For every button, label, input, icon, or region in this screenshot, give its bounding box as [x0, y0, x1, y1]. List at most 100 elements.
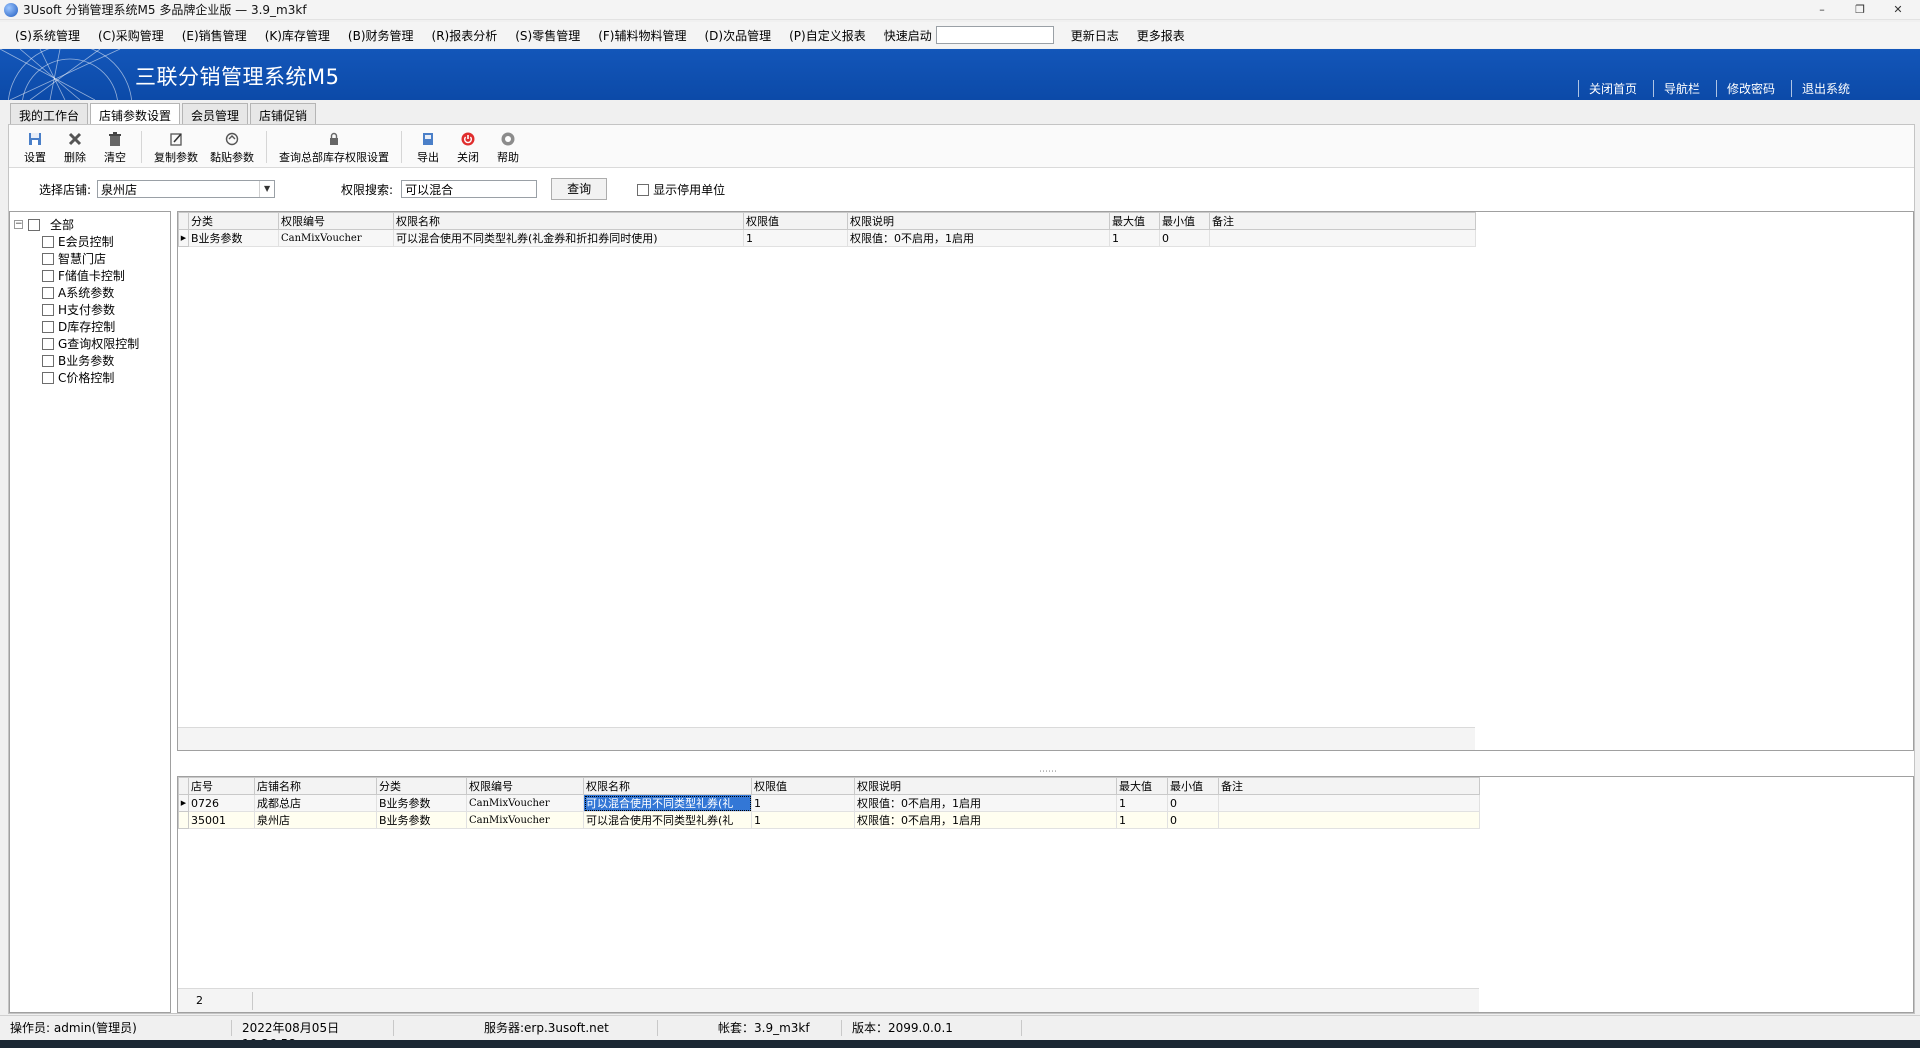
menu-custom-reports[interactable]: (P)自定义报表 [780, 27, 875, 44]
cell-permission-code[interactable]: CanMixVoucher [278, 229, 394, 247]
settings-button[interactable]: 设置 [21, 131, 49, 165]
close-button[interactable]: 关闭 [454, 131, 482, 165]
column-header[interactable]: 权限名称 [393, 212, 744, 230]
menu-reports[interactable]: (R)报表分析 [423, 27, 507, 44]
table-row[interactable]: ▶ B业务参数 CanMixVoucher 可以混合使用不同类型礼券(礼金券和折… [178, 229, 1476, 247]
clear-button[interactable]: 清空 [101, 131, 129, 165]
cell-permission-name-selected[interactable]: 可以混合使用不同类型礼券(礼 [583, 794, 752, 812]
table-row[interactable]: ▶ 0726 成都总店 B业务参数 CanMixVoucher 可以混合使用不同… [178, 794, 1480, 812]
cell-category[interactable]: B业务参数 [376, 811, 467, 829]
hq-stock-permission-button[interactable]: 查询总部库存权限设置 [279, 131, 389, 165]
column-header[interactable]: 权限说明 [847, 212, 1110, 230]
tree-root[interactable]: − 全部 [10, 216, 170, 233]
tree-item[interactable]: F储值卡控制 [10, 267, 170, 284]
column-header[interactable]: 最小值 [1159, 212, 1210, 230]
column-header[interactable]: 权限说明 [854, 777, 1117, 795]
show-disabled-checkbox[interactable] [637, 184, 650, 196]
tree-checkbox[interactable] [42, 252, 54, 265]
tab-store-params[interactable]: 店铺参数设置 [90, 103, 181, 126]
cell-min[interactable]: 0 [1167, 811, 1219, 829]
quick-launch-input[interactable] [935, 26, 1054, 44]
column-header[interactable]: 权限名称 [583, 777, 752, 795]
column-header[interactable]: 权限值 [743, 212, 848, 230]
table-row[interactable]: 35001 泉州店 B业务参数 CanMixVoucher 可以混合使用不同类型… [178, 811, 1480, 829]
cell-permission-desc[interactable]: 权限值：0不启用，1启用 [847, 229, 1110, 247]
column-header[interactable]: 备注 [1218, 777, 1480, 795]
tree-checkbox[interactable] [42, 235, 54, 248]
menu-retail[interactable]: (S)零售管理 [506, 27, 589, 44]
cell-max[interactable]: 1 [1116, 794, 1168, 812]
delete-button[interactable]: 删除 [61, 131, 89, 165]
permission-search-input[interactable] [401, 180, 538, 198]
cell-permission-value[interactable]: 1 [751, 794, 855, 812]
column-header[interactable]: 最大值 [1116, 777, 1168, 795]
restore-button[interactable]: ❐ [1848, 2, 1872, 18]
collapse-icon[interactable]: − [14, 220, 23, 229]
cell-permission-desc[interactable]: 权限值：0不启用，1启用 [854, 811, 1117, 829]
column-header[interactable]: 权限值 [751, 777, 855, 795]
column-header[interactable]: 店铺名称 [254, 777, 377, 795]
tab-store-promotion[interactable]: 店铺促销 [250, 103, 317, 125]
cell-category[interactable]: B业务参数 [188, 229, 279, 247]
show-disabled-toggle[interactable]: 显示停用单位 [637, 181, 725, 198]
exit-system-link[interactable]: 退出系统 [1790, 80, 1860, 97]
menu-system[interactable]: (S)系统管理 [6, 27, 89, 44]
tree-item[interactable]: A系统参数 [10, 284, 170, 301]
menu-materials[interactable]: (F)辅料物料管理 [589, 27, 695, 44]
tab-member-management[interactable]: 会员管理 [182, 103, 249, 125]
column-header[interactable]: 分类 [376, 777, 467, 795]
update-log-link[interactable]: 更新日志 [1062, 27, 1128, 44]
tree-checkbox[interactable] [42, 269, 54, 282]
cell-min[interactable]: 0 [1167, 794, 1219, 812]
tree-item[interactable]: C价格控制 [10, 369, 170, 386]
column-header[interactable]: 最大值 [1109, 212, 1160, 230]
cell-store-no[interactable]: 0726 [188, 794, 255, 812]
column-header[interactable]: 最小值 [1167, 777, 1219, 795]
cell-permission-code[interactable]: CanMixVoucher [466, 811, 584, 829]
menu-inventory[interactable]: (K)库存管理 [256, 27, 339, 44]
cell-max[interactable]: 1 [1109, 229, 1160, 247]
cell-category[interactable]: B业务参数 [376, 794, 467, 812]
tree-item[interactable]: 智慧门店 [10, 250, 170, 267]
cell-max[interactable]: 1 [1116, 811, 1168, 829]
column-header[interactable]: 权限编号 [278, 212, 394, 230]
menu-sales[interactable]: (E)销售管理 [173, 27, 256, 44]
tree-checkbox[interactable] [42, 371, 54, 384]
menu-defective[interactable]: (D)次品管理 [696, 27, 781, 44]
tree-item[interactable]: B业务参数 [10, 352, 170, 369]
export-button[interactable]: 导出 [414, 131, 442, 165]
cell-store-name[interactable]: 成都总店 [254, 794, 377, 812]
store-select[interactable]: 泉州店 ▼ [97, 180, 276, 198]
cell-remark[interactable] [1218, 811, 1480, 829]
tree-checkbox[interactable] [42, 354, 54, 367]
tree-item[interactable]: D库存控制 [10, 318, 170, 335]
column-header[interactable]: 备注 [1209, 212, 1476, 230]
copy-params-button[interactable]: 复制参数 [154, 131, 198, 165]
chevron-down-icon[interactable]: ▼ [259, 181, 274, 197]
tree-item[interactable]: G查询权限控制 [10, 335, 170, 352]
cell-permission-value[interactable]: 1 [751, 811, 855, 829]
paste-params-button[interactable]: 黏贴参数 [210, 131, 254, 165]
tree-checkbox[interactable] [42, 337, 54, 350]
cell-store-no[interactable]: 35001 [188, 811, 255, 829]
column-header[interactable]: 权限编号 [466, 777, 584, 795]
query-button[interactable]: 查询 [551, 178, 608, 200]
cell-permission-name[interactable]: 可以混合使用不同类型礼券(礼 [583, 811, 752, 829]
cell-remark[interactable] [1218, 794, 1480, 812]
close-window-button[interactable]: ✕ [1886, 2, 1910, 18]
menu-purchase[interactable]: (C)采购管理 [89, 27, 173, 44]
cell-store-name[interactable]: 泉州店 [254, 811, 377, 829]
tree-item[interactable]: H支付参数 [10, 301, 170, 318]
cell-min[interactable]: 0 [1159, 229, 1210, 247]
column-header[interactable]: 分类 [188, 212, 279, 230]
change-password-link[interactable]: 修改密码 [1715, 80, 1785, 97]
nav-bar-link[interactable]: 导航栏 [1652, 80, 1710, 97]
more-reports-link[interactable]: 更多报表 [1128, 27, 1194, 44]
tree-checkbox[interactable] [42, 320, 54, 333]
cell-permission-desc[interactable]: 权限值：0不启用，1启用 [854, 794, 1117, 812]
tree-checkbox[interactable] [28, 218, 40, 231]
cell-permission-value[interactable]: 1 [743, 229, 848, 247]
cell-remark[interactable] [1209, 229, 1476, 247]
tab-workbench[interactable]: 我的工作台 [10, 103, 89, 125]
cell-permission-name[interactable]: 可以混合使用不同类型礼券(礼金券和折扣券同时使用) [393, 229, 744, 247]
